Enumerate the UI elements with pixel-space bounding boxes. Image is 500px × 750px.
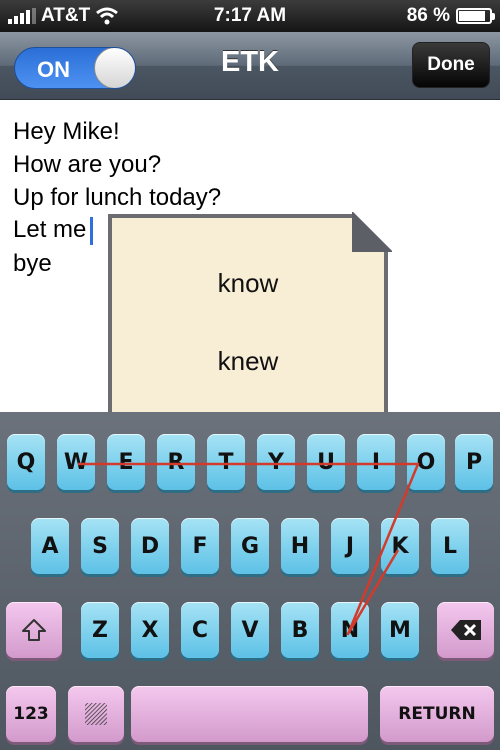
word-suggestion-popup: know knew bbox=[108, 212, 392, 416]
key-a[interactable]: A bbox=[31, 518, 69, 574]
key-q[interactable]: Q bbox=[7, 434, 45, 490]
key-e[interactable]: E bbox=[107, 434, 145, 490]
battery-icon bbox=[456, 8, 495, 24]
text-cursor bbox=[90, 216, 94, 245]
text-line: bye bbox=[13, 250, 52, 277]
suggestion-option-2[interactable]: knew bbox=[108, 346, 388, 377]
suggestion-option-1[interactable]: know bbox=[108, 268, 388, 299]
battery-percent: 86 % bbox=[406, 5, 450, 26]
text-line: Let me bbox=[13, 216, 87, 243]
key-x[interactable]: X bbox=[131, 602, 169, 658]
key-u[interactable]: U bbox=[307, 434, 345, 490]
key-l[interactable]: L bbox=[431, 518, 469, 574]
hatch-pattern-icon bbox=[85, 703, 107, 725]
suggestion-paper bbox=[108, 214, 388, 416]
key-v[interactable]: V bbox=[231, 602, 269, 658]
numbers-key[interactable]: 123 bbox=[6, 686, 56, 742]
key-r[interactable]: R bbox=[157, 434, 195, 490]
key-p[interactable]: P bbox=[455, 434, 493, 490]
delete-key[interactable] bbox=[437, 602, 494, 658]
key-b[interactable]: B bbox=[281, 602, 319, 658]
key-z[interactable]: Z bbox=[81, 602, 119, 658]
text-line: How are you? bbox=[13, 151, 162, 178]
navigation-bar: ON ETK Done bbox=[0, 32, 500, 100]
text-line-current: Let me bbox=[13, 216, 94, 245]
text-line: Up for lunch today? bbox=[13, 184, 222, 211]
done-button[interactable]: Done bbox=[412, 42, 490, 88]
space-key[interactable] bbox=[131, 686, 368, 742]
key-w[interactable]: W bbox=[57, 434, 95, 490]
key-h[interactable]: H bbox=[281, 518, 319, 574]
key-s[interactable]: S bbox=[81, 518, 119, 574]
key-d[interactable]: D bbox=[131, 518, 169, 574]
shift-key[interactable] bbox=[6, 602, 62, 658]
text-line: Hey Mike! bbox=[13, 118, 120, 145]
key-j[interactable]: J bbox=[331, 518, 369, 574]
key-m[interactable]: M bbox=[381, 602, 419, 658]
return-key[interactable]: RETURN bbox=[380, 686, 494, 742]
key-o[interactable]: O bbox=[407, 434, 445, 490]
backspace-icon bbox=[450, 620, 481, 640]
keyboard: Q W E R T Y U I O P A S D F G H J K L Z … bbox=[0, 412, 500, 750]
key-y[interactable]: Y bbox=[257, 434, 295, 490]
pattern-key[interactable] bbox=[68, 686, 124, 742]
key-k[interactable]: K bbox=[381, 518, 419, 574]
key-t[interactable]: T bbox=[207, 434, 245, 490]
shift-arrow-icon bbox=[22, 619, 46, 641]
page-curl-icon bbox=[352, 212, 392, 252]
status-bar: AT&T 7:17 AM 86 % bbox=[0, 0, 500, 32]
key-i[interactable]: I bbox=[357, 434, 395, 490]
key-n[interactable]: N bbox=[331, 602, 369, 658]
key-f[interactable]: F bbox=[181, 518, 219, 574]
key-c[interactable]: C bbox=[181, 602, 219, 658]
key-g[interactable]: G bbox=[231, 518, 269, 574]
